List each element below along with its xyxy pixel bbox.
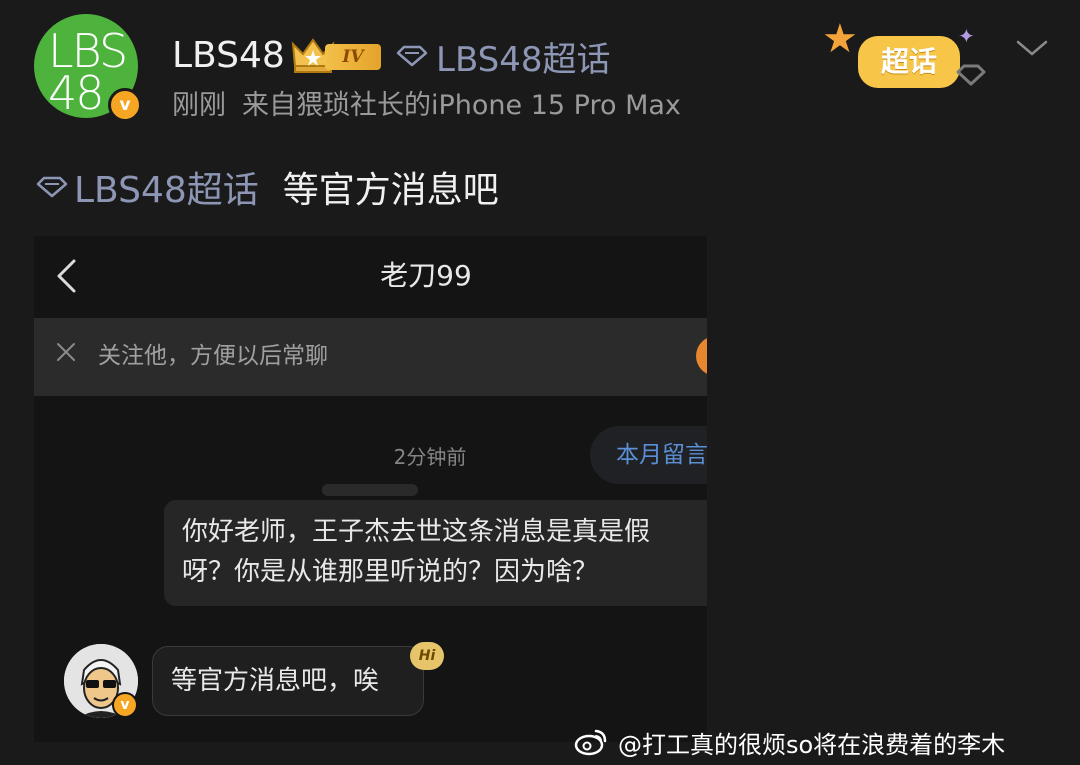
post-time: 刚刚 [172, 90, 226, 121]
header-super-topic-link[interactable]: LBS48超话 [396, 34, 611, 80]
close-icon [57, 343, 75, 361]
diamond-topic-icon [396, 45, 428, 67]
header-topic-label: LBS48超话 [436, 39, 611, 80]
diamond-topic-icon [956, 64, 986, 86]
verified-v-icon: v [108, 88, 142, 122]
member-level-badge: IV [325, 44, 381, 70]
outgoing-message-bubble: 你好老师，王子杰去世这条消息是真是假呀？你是从谁那里听说的？因为啥？ [164, 500, 707, 606]
sparkle-icon: ✦ [958, 24, 975, 48]
post-source: 来自猥琐社长的iPhone 15 Pro Max [242, 90, 681, 121]
follow-button [696, 336, 707, 376]
super-topic-sticker-label: 超话 [858, 36, 960, 88]
author-username[interactable]: LBS48 [172, 34, 285, 78]
follow-suggestion-bar: 关注他，方便以后常聊 [34, 318, 707, 396]
incoming-message-bubble: 等官方消息吧，唉 [152, 646, 424, 716]
chat-title: 老刀99 [380, 259, 472, 292]
blurred-text [322, 484, 418, 496]
follow-tip-text: 关注他，方便以后常聊 [98, 343, 328, 369]
monthly-message-tab: 本月留言 [590, 426, 707, 484]
weibo-watermark: @打工真的很烦so将在浪费着的李木 [574, 722, 1005, 762]
avatar-text-line2: 48 [48, 66, 105, 118]
diamond-topic-icon [36, 176, 68, 198]
post-body-text: 等官方消息吧 [282, 170, 499, 211]
watermark-text: @打工真的很烦so将在浪费着的李木 [618, 730, 1006, 759]
author-avatar[interactable]: LBS 48 v [34, 14, 142, 122]
chevron-down-icon[interactable] [1014, 36, 1050, 60]
post-topic-label: LBS48超话 [74, 170, 259, 211]
post-content: LBS48超话 等官方消息吧 [36, 161, 499, 213]
weibo-logo-icon [574, 729, 607, 756]
verified-v-icon: v [112, 692, 138, 718]
post-topic-link[interactable]: LBS48超话 [36, 161, 259, 213]
hi-badge: Hi [410, 642, 444, 670]
post-meta: 刚刚 来自猥琐社长的iPhone 15 Pro Max [172, 86, 681, 126]
star-icon: ★ [822, 16, 858, 62]
super-topic-sticker[interactable]: ★ 超话 ✦ [820, 14, 990, 104]
chat-screenshot-image[interactable]: 老刀99 关注他，方便以后常聊 2分钟前 本月留言 你好老师，王子杰去世这条消息… [34, 236, 707, 742]
